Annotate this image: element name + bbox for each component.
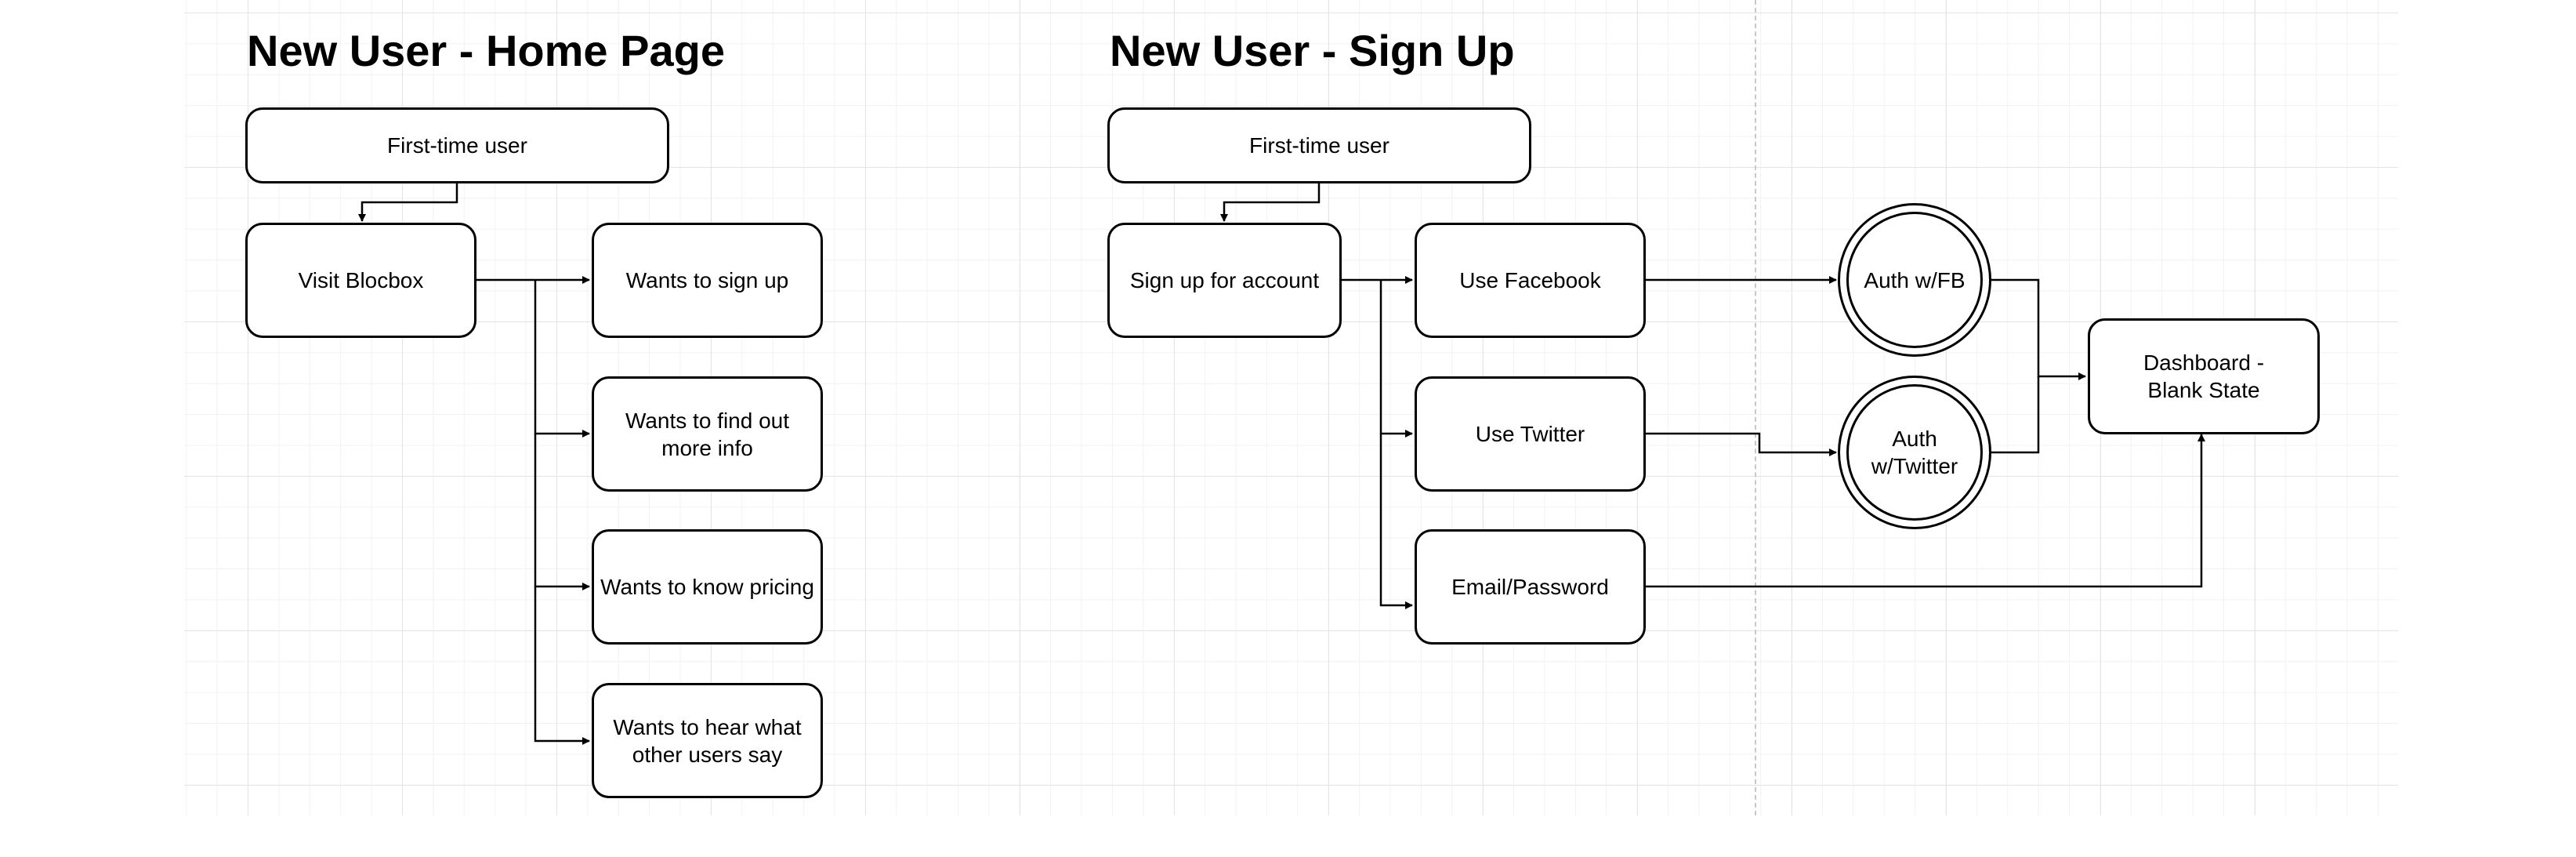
home-page-title: New User - Home Page [247, 26, 725, 75]
connector-visit-to-more-info [534, 280, 590, 438]
auth-twitter-label: Auth w/Twitter [1846, 384, 1983, 521]
dashboard-node: Dashboard - Blank State [2088, 318, 2320, 434]
wants-pricing-node: Wants to know pricing [592, 529, 823, 645]
use-facebook-node: Use Facebook [1415, 223, 1646, 338]
connector-first-user-to-visit [358, 183, 458, 222]
wants-hear-users-node: Wants to hear what other users say [592, 683, 823, 798]
use-twitter-node: Use Twitter [1415, 376, 1646, 492]
wants-more-info-node: Wants to find out more info [592, 376, 823, 492]
connector-first-user-to-signup [1220, 183, 1321, 222]
connector-auth-fb-to-dashboard [1991, 278, 2086, 380]
email-password-node: Email/Password [1415, 529, 1646, 645]
first-time-user-node: First-time user [1107, 107, 1531, 183]
connector-visit-to-users-say [534, 586, 590, 745]
connector-signup-to-twitter [1379, 280, 1413, 438]
connector-visit-to-pricing [534, 434, 590, 590]
sign-up-account-node: Sign up for account [1107, 223, 1342, 338]
visit-blocbox-node: Visit Blocbox [245, 223, 476, 338]
auth-twitter-node: Auth w/Twitter [1838, 376, 1991, 529]
connector-twitter-to-auth-twitter [1646, 432, 1837, 456]
first-time-user-node: First-time user [245, 107, 669, 183]
connector-signup-to-email [1379, 434, 1413, 609]
auth-fb-node: Auth w/FB [1838, 203, 1991, 357]
sign-up-title: New User - Sign Up [1110, 26, 1515, 75]
auth-fb-label: Auth w/FB [1846, 212, 1983, 348]
wants-sign-up-node: Wants to sign up [592, 223, 823, 338]
connector-auth-twitter-to-dashboard [1991, 376, 2040, 454]
